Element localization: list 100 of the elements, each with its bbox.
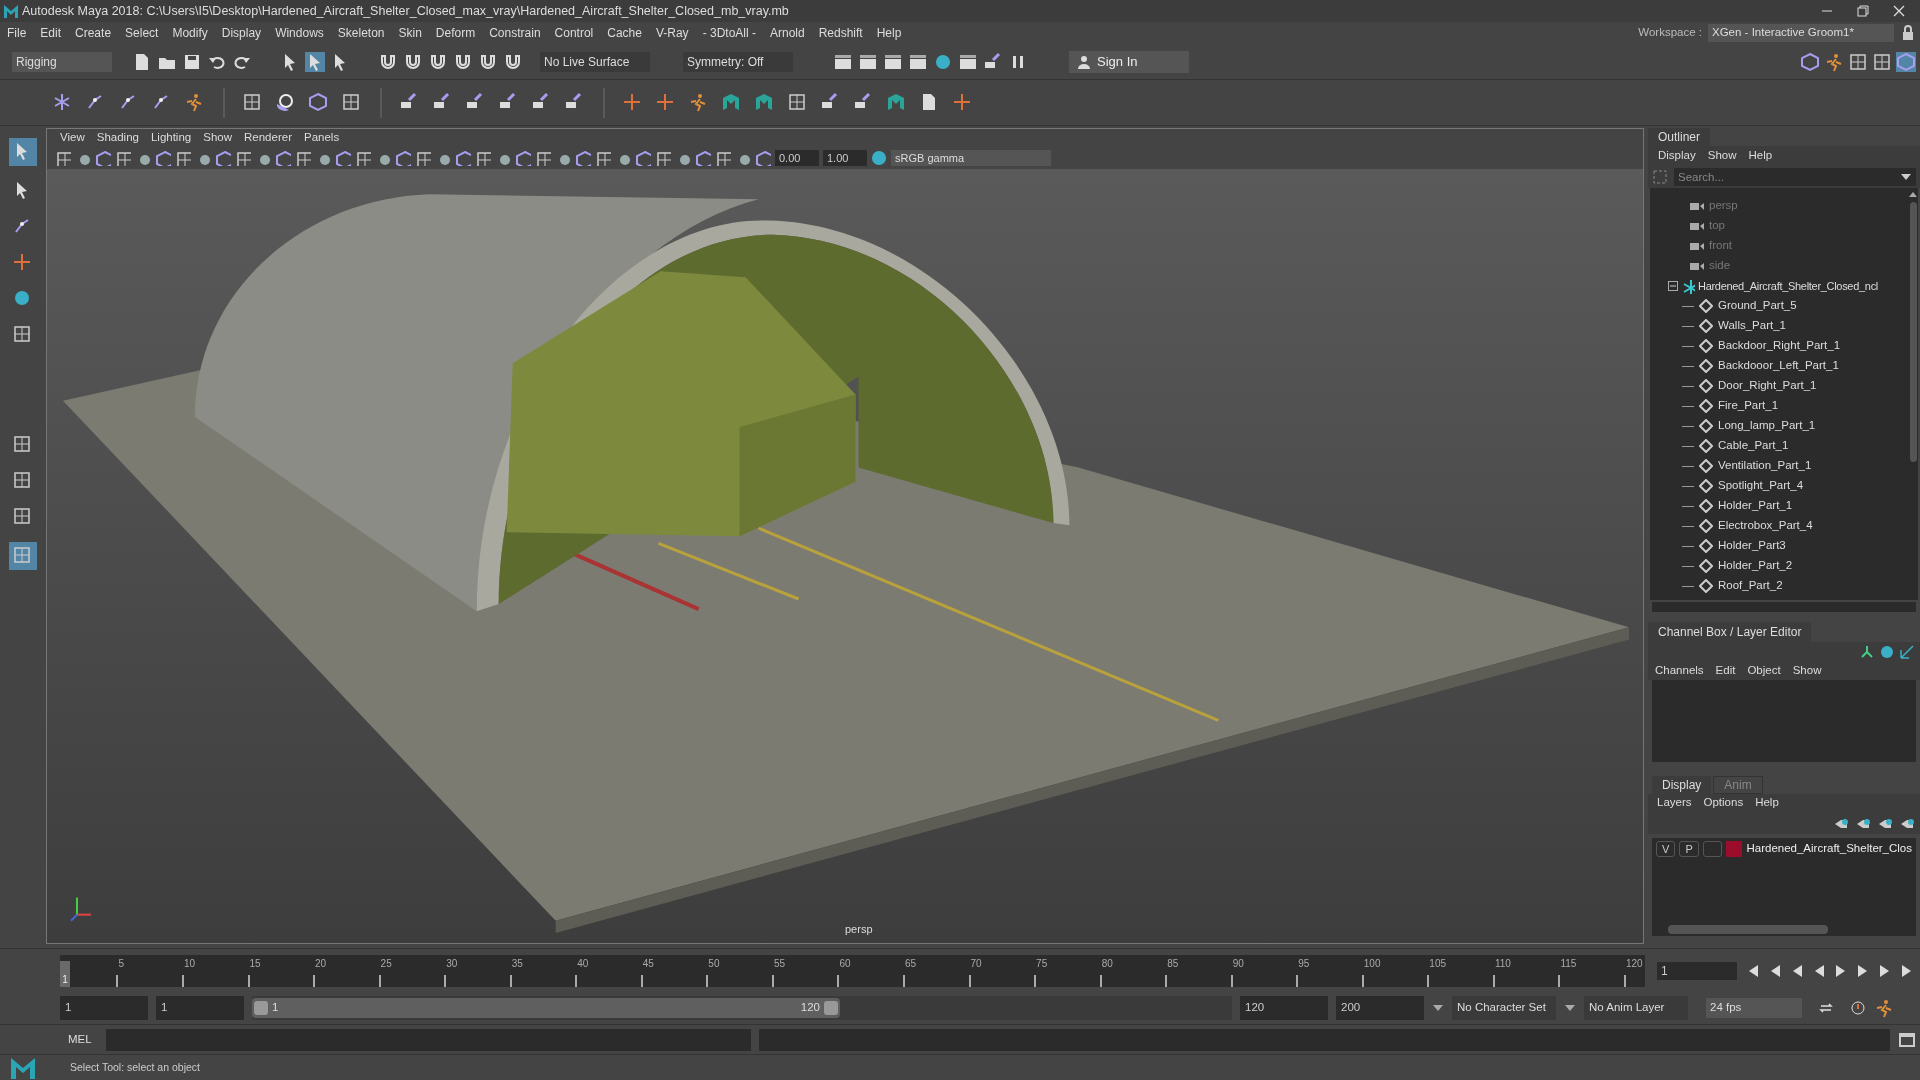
layer-menu-item[interactable]: Layers	[1654, 794, 1695, 812]
outliner-item[interactable]: Ventilation_Part_1	[1718, 457, 1812, 475]
outliner-item[interactable]: Door_Right_Part_1	[1718, 377, 1817, 395]
viewport-menu-item[interactable]: Shading	[91, 129, 144, 147]
menu-item[interactable]: File	[0, 24, 34, 42]
color-management-icon[interactable]	[871, 150, 887, 166]
move-layer-up-icon[interactable]	[1834, 817, 1848, 829]
outliner-item[interactable]: Holder_Part3	[1718, 537, 1786, 555]
viewport-toggle-icon[interactable]	[175, 150, 191, 166]
menu-item[interactable]: - 3DtoAll -	[695, 24, 763, 42]
viewport-toggle-icon[interactable]	[335, 150, 351, 166]
workspace-dropdown[interactable]: XGen - Interactive Groom1*	[1708, 24, 1894, 42]
menu-item[interactable]: Display	[214, 24, 269, 42]
viewport-toggle-icon[interactable]	[515, 150, 531, 166]
viewport-toggle-icon[interactable]	[215, 150, 231, 166]
channel-box-menu-item[interactable]: Show	[1789, 662, 1825, 680]
outliner-item[interactable]: Backdooor_Left_Part_1	[1718, 357, 1839, 375]
channel-box-menu-item[interactable]: Object	[1744, 662, 1784, 680]
dropdown-arrow-icon[interactable]	[1564, 1003, 1576, 1013]
axis-icon[interactable]	[1860, 645, 1874, 659]
outliner-item[interactable]: Holder_Part_2	[1718, 557, 1793, 575]
viewport-menu-item[interactable]: Panels	[298, 129, 345, 147]
viewport-toggle-icon[interactable]	[475, 150, 491, 166]
viewport-toggle-icon[interactable]	[755, 150, 771, 166]
viewport-toggle-icon[interactable]	[115, 150, 131, 166]
viewport-toggle-icon[interactable]	[235, 150, 251, 166]
outliner-item[interactable]: Ground_Part_5	[1718, 297, 1797, 315]
viewport-menu-item[interactable]: Lighting	[145, 129, 197, 147]
collapse-toggle-icon[interactable]	[1668, 281, 1678, 291]
viewport-toggle-icon[interactable]	[635, 150, 651, 166]
auto-key-icon[interactable]	[1850, 1000, 1866, 1016]
visibility-toggle[interactable]: V	[1656, 841, 1676, 857]
exposure-field[interactable]: 0.00	[775, 150, 819, 166]
reference-toggle[interactable]	[1702, 841, 1723, 857]
viewport-toggle-icon[interactable]	[155, 150, 171, 166]
new-layer-icon[interactable]	[1878, 817, 1892, 829]
channel-box-menu-item[interactable]: Edit	[1712, 662, 1739, 680]
menu-item[interactable]: Cache	[600, 24, 649, 42]
scroll-up-icon[interactable]	[1908, 190, 1918, 198]
viewport-toggle-icon[interactable]	[95, 150, 111, 166]
layer-menu-item[interactable]: Options	[1700, 794, 1747, 812]
dropdown-arrow-icon[interactable]	[1432, 1003, 1444, 1013]
range-start-handle[interactable]	[254, 1001, 268, 1015]
viewport-toggle-icon[interactable]	[275, 150, 291, 166]
channel-box-tab[interactable]: Channel Box / Layer Editor	[1648, 622, 1812, 642]
live-surface-field[interactable]: No Live Surface	[540, 51, 650, 72]
menu-item[interactable]: Modify	[165, 24, 215, 42]
layer-tab[interactable]: Display	[1652, 776, 1712, 794]
script-editor-icon[interactable]	[1898, 1030, 1916, 1049]
playback-start-field[interactable]: 1	[156, 996, 244, 1020]
sign-in-button[interactable]: Sign In	[1069, 50, 1189, 73]
move-layer-down-icon[interactable]	[1856, 817, 1870, 829]
outliner-item[interactable]: Fire_Part_1	[1718, 397, 1779, 415]
object-icon[interactable]	[1800, 51, 1820, 72]
scrollbar-thumb[interactable]	[1909, 202, 1917, 462]
figure-icon[interactable]	[1824, 51, 1844, 72]
new-layer-selected-icon[interactable]	[1900, 817, 1914, 829]
viewport-toggle-icon[interactable]	[695, 150, 711, 166]
menu-item[interactable]: Control	[547, 24, 601, 42]
menu-item[interactable]: Edit	[33, 24, 69, 42]
outliner-item[interactable]: Cable_Part_1	[1718, 437, 1789, 455]
command-input-field[interactable]	[105, 1028, 751, 1051]
lock-icon[interactable]	[1900, 25, 1916, 41]
outliner-item[interactable]: Spotlight_Part_4	[1718, 477, 1804, 495]
dropdown-arrow-icon[interactable]	[1900, 172, 1912, 182]
symmetry-field[interactable]: Symmetry: Off	[683, 51, 793, 72]
range-slider[interactable]: 1 120	[252, 996, 1232, 1020]
playback-end-field[interactable]: 120	[1240, 996, 1328, 1020]
outliner-item[interactable]: Long_lamp_Part_1	[1718, 417, 1816, 435]
viewport-menu-item[interactable]: View	[55, 129, 90, 147]
menu-item[interactable]: Select	[118, 24, 166, 42]
color-space-dropdown[interactable]: sRGB gamma	[891, 150, 1051, 166]
menu-item[interactable]: Skin	[391, 24, 429, 42]
character-set-field[interactable]: No Character Set	[1452, 996, 1556, 1020]
viewport-toggle-icon[interactable]	[455, 150, 471, 166]
viewport-toggle-icon[interactable]	[415, 150, 431, 166]
menu-set-dropdown[interactable]: Rigging	[12, 51, 112, 72]
menu-item[interactable]: Help	[869, 24, 909, 42]
menu-item[interactable]: Redshift	[811, 24, 870, 42]
anim-layer-field[interactable]: No Anim Layer	[1584, 996, 1688, 1020]
playback-toggle[interactable]: P	[1679, 841, 1699, 857]
viewport-toggle-icon[interactable]	[575, 150, 591, 166]
menu-item[interactable]: Arnold	[762, 24, 812, 42]
outliner-item[interactable]: Hardened_Aircraft_Shelter_Closed_ncl	[1698, 277, 1878, 295]
outliner-menu-item[interactable]: Show	[1703, 147, 1741, 165]
outliner-item[interactable]: Electrobox_Part_4	[1718, 517, 1813, 535]
time-slider[interactable]: 1 5 10 15 20 25 30 35 40 45 50 55 60 65 70 75 80 85 90 95 100 105 110 115 120	[60, 954, 1645, 987]
close-icon[interactable]	[1892, 4, 1906, 18]
range-end-handle[interactable]	[824, 1001, 838, 1015]
viewport-toggle-icon[interactable]	[355, 150, 371, 166]
layer-color-swatch[interactable]	[1726, 841, 1743, 857]
start-time-field[interactable]: 1	[60, 996, 148, 1020]
viewport-toggle-icon[interactable]	[55, 150, 71, 166]
menu-item[interactable]: Skeleton	[330, 24, 392, 42]
outliner-menu-item[interactable]: Help	[1744, 147, 1777, 165]
restore-icon[interactable]	[1856, 4, 1870, 18]
command-language-label[interactable]: MEL	[68, 1030, 92, 1049]
fps-dropdown[interactable]: 24 fps	[1706, 998, 1802, 1018]
gamma-field[interactable]: 1.00	[823, 150, 867, 166]
outliner-item[interactable]: Walls_Part_1	[1718, 317, 1786, 335]
